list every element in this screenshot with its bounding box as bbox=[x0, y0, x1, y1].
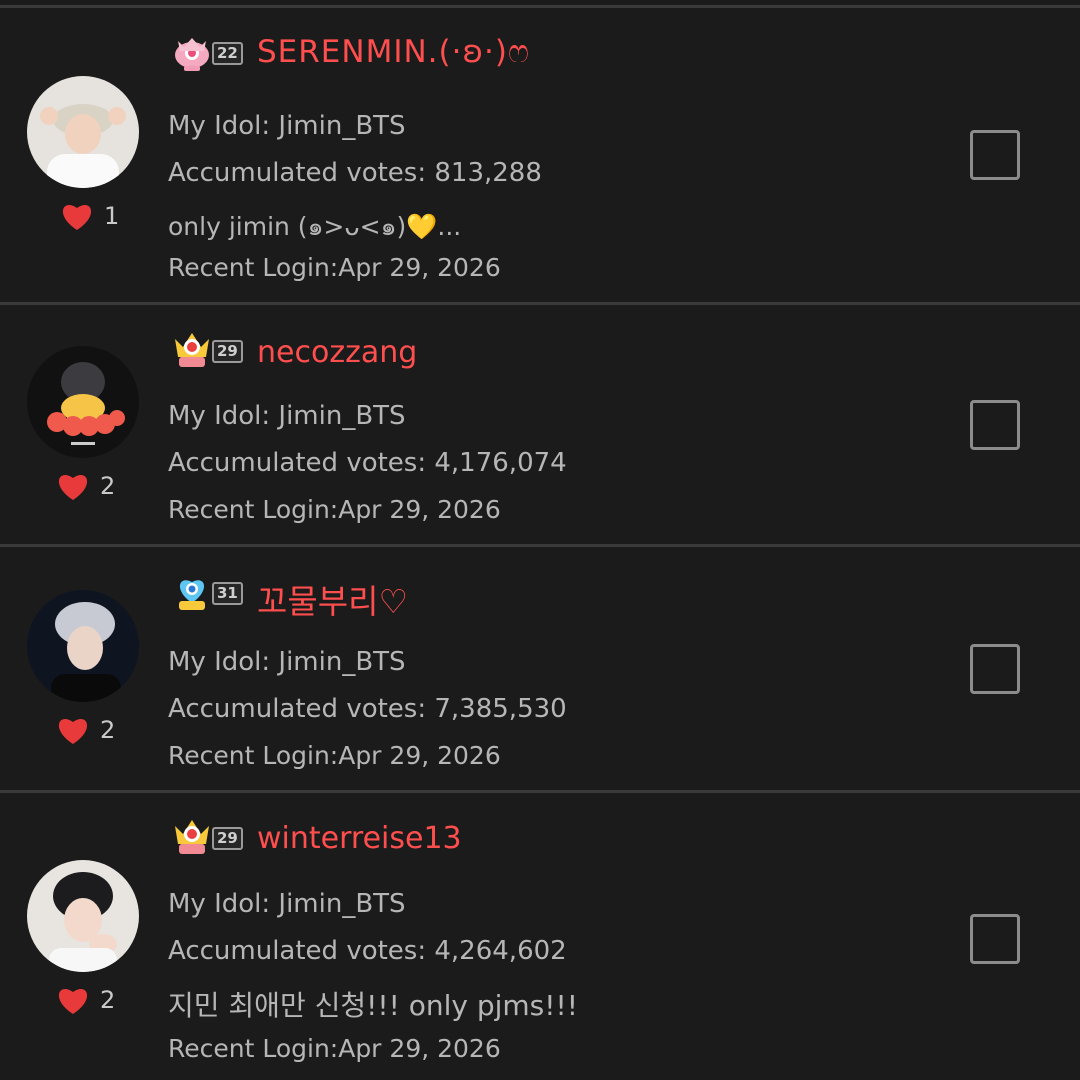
level-badge: 29 bbox=[170, 814, 243, 858]
level-number: 22 bbox=[212, 41, 243, 65]
idol-text: My Idol: Jimin_BTS bbox=[168, 889, 406, 919]
heart-icon bbox=[58, 475, 88, 500]
row-divider bbox=[0, 790, 1080, 793]
level-badge: 22 bbox=[170, 29, 243, 73]
pink-crown-emblem-icon bbox=[175, 38, 209, 71]
like-count: 2 bbox=[100, 986, 116, 1014]
votes-text: Accumulated votes: 813,288 bbox=[168, 158, 542, 188]
heart-icon bbox=[58, 719, 88, 744]
nickname[interactable]: winterreise13 bbox=[257, 821, 462, 856]
like-count: 2 bbox=[100, 472, 116, 500]
votes-text: Accumulated votes: 7,385,530 bbox=[168, 694, 567, 724]
avatar[interactable] bbox=[27, 860, 139, 972]
gold-crown-emblem-icon bbox=[175, 820, 209, 854]
level-number: 31 bbox=[212, 581, 243, 605]
heart-icon bbox=[62, 205, 92, 230]
select-checkbox[interactable] bbox=[970, 644, 1020, 694]
select-checkbox[interactable] bbox=[970, 914, 1020, 964]
level-number: 29 bbox=[212, 339, 243, 363]
heart-icon bbox=[58, 989, 88, 1014]
avatar[interactable] bbox=[27, 76, 139, 188]
like-counter[interactable]: 2 bbox=[56, 985, 115, 1015]
gold-crown-emblem-icon bbox=[175, 333, 209, 367]
like-counter[interactable]: 1 bbox=[60, 201, 119, 231]
top-divider bbox=[0, 5, 1080, 8]
like-count: 1 bbox=[104, 202, 120, 230]
votes-text: Accumulated votes: 4,176,074 bbox=[168, 448, 567, 478]
like-counter[interactable]: 2 bbox=[56, 715, 115, 745]
level-badge: 29 bbox=[170, 327, 243, 371]
select-checkbox[interactable] bbox=[970, 400, 1020, 450]
login-text: Recent Login:Apr 29, 2026 bbox=[168, 253, 501, 282]
nickname[interactable]: SERENMIN.(·ʚ·)ෆ bbox=[257, 34, 530, 71]
like-counter[interactable]: 2 bbox=[56, 471, 115, 501]
idol-text: My Idol: Jimin_BTS bbox=[168, 401, 406, 431]
avatar[interactable] bbox=[27, 346, 139, 458]
blue-heart-emblem-icon bbox=[179, 580, 205, 610]
select-checkbox[interactable] bbox=[970, 130, 1020, 180]
row-divider bbox=[0, 302, 1080, 305]
idol-text: My Idol: Jimin_BTS bbox=[168, 111, 406, 141]
level-number: 29 bbox=[212, 826, 243, 850]
login-text: Recent Login:Apr 29, 2026 bbox=[168, 495, 501, 524]
nickname[interactable]: 꼬물부리♡ bbox=[257, 575, 408, 623]
row-divider bbox=[0, 544, 1080, 547]
like-count: 2 bbox=[100, 716, 116, 744]
message-text: only jimin (๑>ᴗ<๑)💛... bbox=[168, 212, 462, 241]
avatar[interactable] bbox=[27, 590, 139, 702]
message-text: 지민 최애만 신청!!! only pjms!!! bbox=[168, 989, 578, 1022]
nickname[interactable]: necozzang bbox=[257, 335, 417, 370]
idol-text: My Idol: Jimin_BTS bbox=[168, 647, 406, 677]
login-text: Recent Login:Apr 29, 2026 bbox=[168, 1034, 501, 1063]
level-badge: 31 bbox=[170, 569, 243, 613]
votes-text: Accumulated votes: 4,264,602 bbox=[168, 936, 567, 966]
login-text: Recent Login:Apr 29, 2026 bbox=[168, 741, 501, 770]
